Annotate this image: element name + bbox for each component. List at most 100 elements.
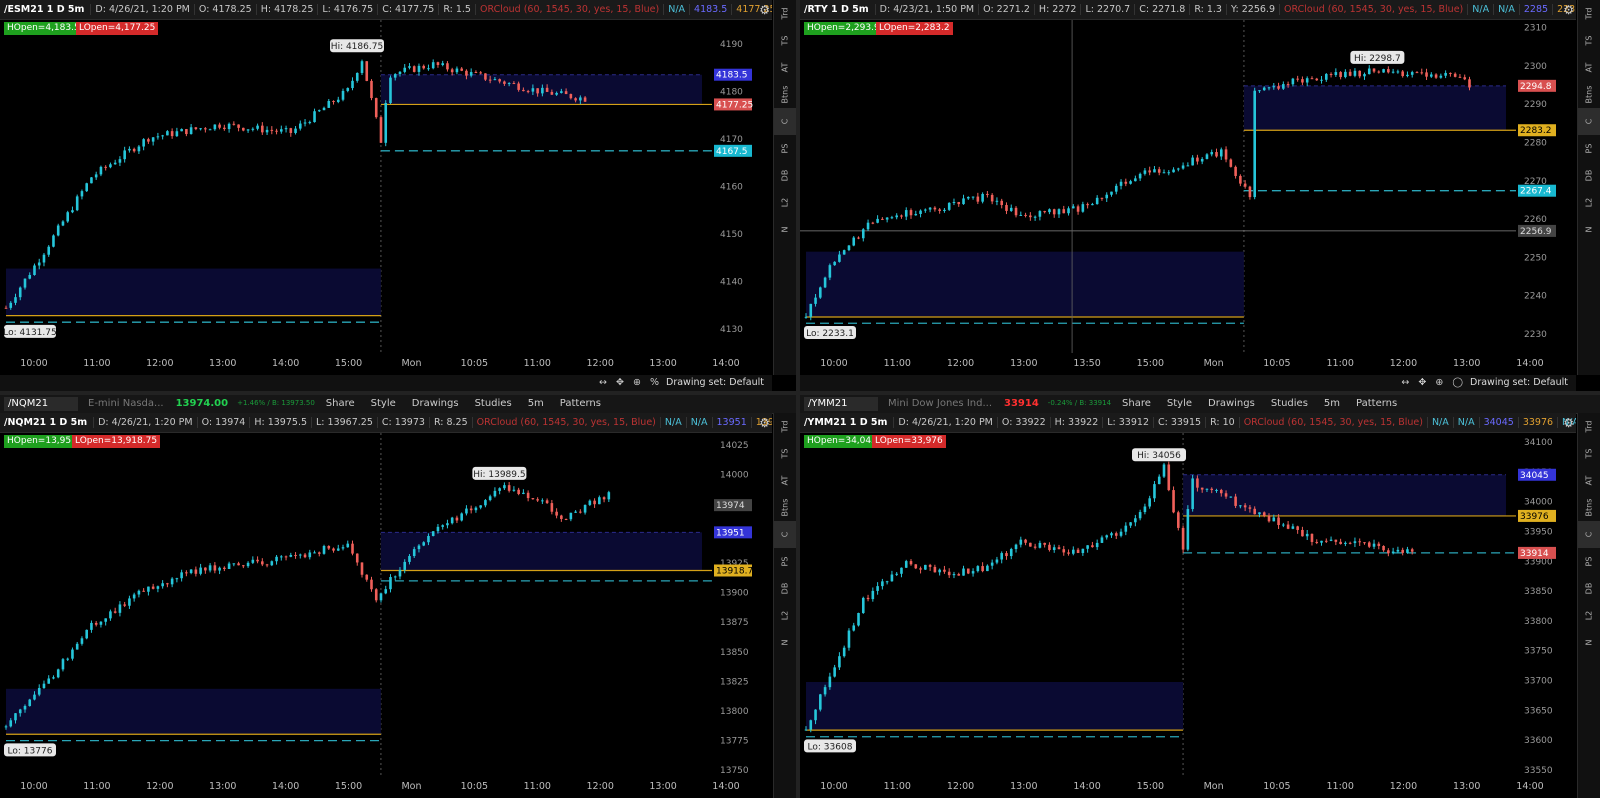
price-chart[interactable]: 4190 4180 4170 4160 4150 4140 4130 10:00 11:00 12… <box>0 20 772 375</box>
side-tab-trd[interactable]: Trd <box>774 413 796 440</box>
price-chart[interactable]: 23102300229022802270226022502240223010:0… <box>800 20 1576 375</box>
price-tag: 33914 <box>1518 546 1556 559</box>
candle-body <box>204 567 207 571</box>
ohlc-value: C: 4177.75 <box>377 4 439 15</box>
time-axis-label: 14:00 <box>272 358 299 369</box>
timeframe-button[interactable]: 5m <box>520 398 552 409</box>
side-tab-c[interactable]: C <box>1578 108 1600 135</box>
candle-body <box>890 217 894 219</box>
side-tab-ts[interactable]: TS <box>774 27 796 54</box>
side-tab-c[interactable]: C <box>774 108 796 135</box>
candle-body <box>550 503 554 512</box>
side-tab-trd[interactable]: Trd <box>1578 413 1600 440</box>
candle-body <box>1305 533 1309 537</box>
chart-settings-icon[interactable]: ⚙ <box>1563 3 1574 17</box>
side-tab-at[interactable]: AT <box>1578 54 1600 81</box>
side-tab-btns[interactable]: Btns <box>1578 81 1600 108</box>
time-axis-label: 13:50 <box>1073 358 1100 369</box>
candle-body <box>1076 206 1080 212</box>
candle-body <box>28 275 32 279</box>
price-chart[interactable]: 1402514000139751395013925139001387513850… <box>0 433 772 798</box>
side-tab-trd[interactable]: Trd <box>774 0 796 27</box>
studies-button[interactable]: Studies <box>467 398 520 409</box>
candle-body <box>498 79 501 82</box>
side-tab-n[interactable]: N <box>774 216 796 243</box>
chart-symbol-label[interactable]: /ESM21 1 D 5m <box>0 4 90 15</box>
chart-symbol-label[interactable]: /YMM21 1 D 5m <box>800 417 893 428</box>
side-tab-l2[interactable]: L2 <box>774 189 796 216</box>
chart-panel-tr[interactable]: /RTY 1 D 5m D: 4/23/21, 1:50 PM O: 2271.2 H… <box>800 0 1600 391</box>
candle-body <box>469 508 473 511</box>
side-tab-db[interactable]: DB <box>1578 575 1600 602</box>
candle-body <box>208 129 212 131</box>
candle-body <box>327 100 331 108</box>
candle-body <box>1339 72 1342 78</box>
drawings-button[interactable]: Drawings <box>1200 398 1263 409</box>
side-tab-ps[interactable]: PS <box>1578 135 1600 162</box>
side-tab-n[interactable]: N <box>774 629 796 656</box>
candle-body <box>1081 204 1085 212</box>
chart-settings-icon[interactable]: ⚙ <box>759 3 770 17</box>
chart-panel-tl[interactable]: /ESM21 1 D 5m D: 4/26/21, 1:20 PM O: 4178.… <box>0 0 796 391</box>
chart-symbol-label[interactable]: /NQM21 1 D 5m <box>0 417 93 428</box>
side-tab-db[interactable]: DB <box>774 162 796 189</box>
time-axis-label: 11:00 <box>1326 358 1353 369</box>
side-tab-l2[interactable]: L2 <box>1578 602 1600 629</box>
drawings-button[interactable]: Drawings <box>404 398 467 409</box>
side-tab-c[interactable]: C <box>774 521 796 548</box>
price-axis-label: 33950 <box>1524 527 1553 537</box>
drawing-set-selector[interactable]: Drawing set: Default <box>1470 375 1568 391</box>
side-tab-btns[interactable]: Btns <box>774 494 796 521</box>
share-button[interactable]: Share <box>1114 398 1159 409</box>
side-tab-ps[interactable]: PS <box>774 548 796 575</box>
candle-body <box>398 71 402 75</box>
side-tab-ts[interactable]: TS <box>1578 27 1600 54</box>
candle-body <box>1229 496 1233 498</box>
chart-panel-br[interactable]: /YMM21 Mini Dow Jones Ind... 33914 -0.24% /… <box>800 395 1600 798</box>
side-tab-label: L2 <box>1584 610 1594 621</box>
side-tab-n[interactable]: N <box>1578 629 1600 656</box>
side-tab-l2[interactable]: L2 <box>1578 189 1600 216</box>
candle-body <box>1434 74 1438 78</box>
chart-settings-icon[interactable]: ⚙ <box>1563 416 1574 430</box>
side-tab-at[interactable]: AT <box>774 54 796 81</box>
candle-body <box>123 604 126 606</box>
zoom-tools-icon[interactable]: ↔ ✥ ⊕ ◯ <box>1401 375 1466 391</box>
zoom-tools-icon[interactable]: ↔ ✥ ⊕ % <box>599 375 662 391</box>
side-tab-n[interactable]: N <box>1578 216 1600 243</box>
candle-body <box>569 512 573 520</box>
side-tab-db[interactable]: DB <box>1578 162 1600 189</box>
candle-body <box>166 583 169 585</box>
symbol-selector[interactable]: /YMM21 <box>804 397 878 411</box>
side-tab-l2[interactable]: L2 <box>774 602 796 629</box>
side-tab-at[interactable]: AT <box>1578 467 1600 494</box>
style-button[interactable]: Style <box>1159 398 1200 409</box>
price-chart[interactable]: 3410034050340003395033900338503380033750… <box>800 433 1576 798</box>
side-tab-ps[interactable]: PS <box>1578 548 1600 575</box>
patterns-button[interactable]: Patterns <box>1348 398 1405 409</box>
candle-body <box>465 70 468 76</box>
drawing-set-selector[interactable]: Drawing set: Default <box>666 375 764 391</box>
side-tab-trd[interactable]: Trd <box>1578 0 1600 27</box>
side-tab-ts[interactable]: TS <box>1578 440 1600 467</box>
timeframe-button[interactable]: 5m <box>1316 398 1348 409</box>
side-tab-label: DB <box>1584 169 1594 182</box>
side-tab-btns[interactable]: Btns <box>774 81 796 108</box>
side-tab-c[interactable]: C <box>1578 521 1600 548</box>
time-axis-label: 10:05 <box>1263 781 1290 792</box>
side-tab-ps[interactable]: PS <box>774 135 796 162</box>
studies-button[interactable]: Studies <box>1263 398 1316 409</box>
side-tab-db[interactable]: DB <box>774 575 796 602</box>
time-axis-label: 15:00 <box>1137 358 1164 369</box>
time-axis-label: 14:00 <box>272 781 299 792</box>
side-tab-btns[interactable]: Btns <box>1578 494 1600 521</box>
side-tab-at[interactable]: AT <box>774 467 796 494</box>
chart-symbol-label[interactable]: /RTY 1 D 5m <box>800 4 875 15</box>
chart-settings-icon[interactable]: ⚙ <box>759 416 770 430</box>
patterns-button[interactable]: Patterns <box>552 398 609 409</box>
share-button[interactable]: Share <box>318 398 363 409</box>
style-button[interactable]: Style <box>363 398 404 409</box>
side-tab-ts[interactable]: TS <box>774 440 796 467</box>
chart-panel-bl[interactable]: /NQM21 E-mini Nasda... 13974.00 +1.46% / B:… <box>0 395 796 798</box>
symbol-selector[interactable]: /NQM21 <box>4 397 78 411</box>
